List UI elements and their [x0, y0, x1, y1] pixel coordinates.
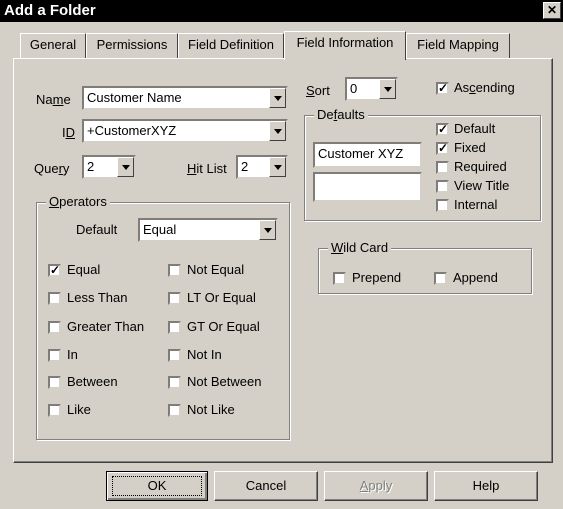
label-greater-than: Greater Than [67, 319, 145, 334]
checkbox-prepend[interactable] [333, 272, 346, 285]
sort-dropdown[interactable]: 0 [345, 77, 398, 101]
check-icon: ✓ [438, 122, 449, 136]
hitlist-value: 2 [241, 159, 249, 174]
checkbox-not-between[interactable] [168, 376, 181, 389]
label-less-than: Less Than [67, 290, 128, 305]
checkbox-not-equal[interactable] [168, 264, 181, 277]
hitlist-dropdown[interactable]: 2 [236, 155, 288, 179]
checkbox-greater-than[interactable] [48, 321, 61, 334]
chevron-down-icon[interactable] [269, 121, 286, 141]
name-label: Name [36, 92, 71, 107]
checkbox-in[interactable] [48, 349, 61, 362]
window-title: Add a Folder [4, 2, 96, 19]
checkbox-not-like[interactable] [168, 404, 181, 417]
checkbox-append[interactable] [434, 272, 447, 285]
checkbox-fixed[interactable]: ✓ [436, 142, 449, 155]
tab-permissions[interactable]: Permissions [86, 33, 178, 58]
wildcard-title: Wild Card [328, 240, 392, 255]
label-equal: Equal [67, 262, 101, 277]
label-not-equal: Not Equal [187, 262, 245, 277]
operators-default-dropdown[interactable]: Equal [138, 218, 278, 242]
id-dropdown[interactable]: +CustomerXYZ [82, 119, 288, 143]
checkbox-required[interactable] [436, 161, 449, 174]
label-lt-or-equal: LT Or Equal [187, 290, 256, 305]
chevron-down-icon[interactable] [379, 79, 396, 99]
label-not-in: Not In [187, 347, 222, 362]
default-value2-input[interactable] [313, 172, 422, 202]
label-view-title: View Title [454, 178, 510, 193]
operators-default-label: Default [76, 222, 118, 237]
operators-default-value: Equal [143, 222, 177, 237]
label-not-like: Not Like [187, 402, 235, 417]
checkbox-default[interactable]: ✓ [436, 123, 449, 136]
label-like: Like [67, 402, 91, 417]
checkbox-like[interactable] [48, 404, 61, 417]
chevron-down-icon[interactable] [117, 157, 134, 177]
label-gt-or-equal: GT Or Equal [187, 319, 260, 334]
defaults-title: Defaults [314, 107, 368, 122]
label-internal: Internal [454, 197, 498, 212]
label-between: Between [67, 374, 118, 389]
title-bar: Add a Folder ✕ [0, 0, 563, 22]
check-icon: ✓ [50, 263, 61, 277]
tab-field-information[interactable]: Field Information [284, 31, 406, 60]
id-value: +CustomerXYZ [87, 123, 177, 138]
sort-value: 0 [350, 81, 358, 96]
hitlist-label: Hit List [187, 161, 227, 176]
checkbox-between[interactable] [48, 376, 61, 389]
label-required: Required [454, 159, 507, 174]
operators-title: Operators [46, 194, 110, 209]
check-icon: ✓ [438, 81, 449, 95]
chevron-down-icon[interactable] [269, 157, 286, 177]
label-default: Default [454, 121, 496, 136]
tab-general[interactable]: General [20, 33, 86, 58]
dialog-window: Add a Folder ✕ General Permissions Field… [0, 0, 563, 509]
apply-button[interactable]: Apply [324, 471, 428, 501]
close-button[interactable]: ✕ [543, 2, 561, 19]
id-label: ID [62, 125, 76, 140]
tab-field-definition[interactable]: Field Definition [178, 33, 284, 58]
checkbox-ascending[interactable]: ✓ [436, 82, 449, 95]
label-append: Append [453, 270, 498, 285]
checkbox-equal[interactable]: ✓ [48, 264, 61, 277]
checkbox-view-title[interactable] [436, 180, 449, 193]
checkbox-internal[interactable] [436, 199, 449, 212]
checkbox-gt-or-equal[interactable] [168, 321, 181, 334]
label-in: In [67, 347, 78, 362]
cancel-button[interactable]: Cancel [214, 471, 318, 501]
label-prepend: Prepend [352, 270, 402, 285]
query-value: 2 [87, 159, 95, 174]
help-button[interactable]: Help [434, 471, 538, 501]
chevron-down-icon[interactable] [259, 220, 276, 240]
chevron-down-icon[interactable] [269, 88, 286, 108]
close-icon: ✕ [546, 3, 558, 17]
name-value: Customer Name [87, 90, 182, 105]
query-label: Query [34, 161, 70, 176]
checkbox-not-in[interactable] [168, 349, 181, 362]
default-value-input[interactable]: Customer XYZ [313, 142, 422, 168]
label-not-between: Not Between [187, 374, 262, 389]
label-fixed: Fixed [454, 140, 486, 155]
check-icon: ✓ [438, 141, 449, 155]
query-dropdown[interactable]: 2 [82, 155, 136, 179]
tab-field-mapping[interactable]: Field Mapping [406, 33, 510, 58]
ascending-label: Ascending [454, 80, 515, 95]
checkbox-less-than[interactable] [48, 292, 61, 305]
name-dropdown[interactable]: Customer Name [82, 86, 288, 110]
ok-button[interactable]: OK [106, 471, 208, 501]
sort-label: Sort [306, 83, 330, 98]
checkbox-lt-or-equal[interactable] [168, 292, 181, 305]
